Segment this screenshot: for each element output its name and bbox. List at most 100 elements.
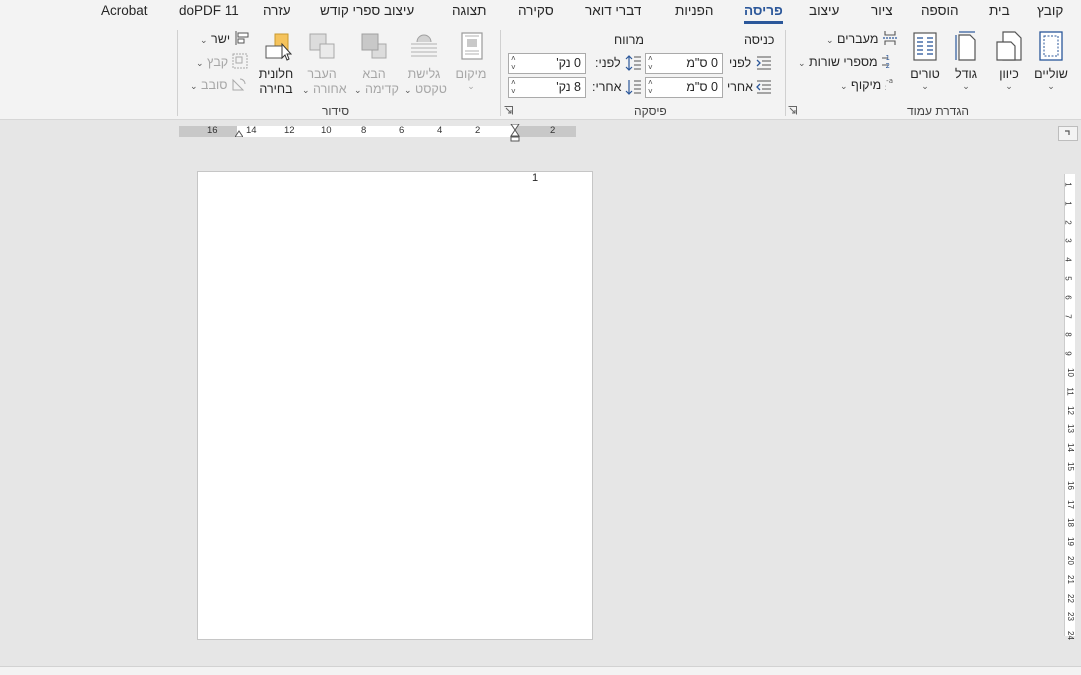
tab-design[interactable]: עיצוב (809, 2, 839, 22)
ruler-text-area (237, 126, 515, 137)
selection-pane-label: חלונית בחירה (258, 67, 294, 96)
tab-acrobat[interactable]: Acrobat (101, 2, 148, 22)
hyphenation-button[interactable]: bc a- מיקוף ⌄ (840, 75, 901, 95)
send-backward-icon (309, 33, 335, 59)
line-numbers-label: מספרי שורות (809, 55, 878, 69)
ribbon-tab-bar: קובץ בית הוספה ציור עיצוב פריסה הפניות ד… (0, 0, 1081, 24)
align-label: ישר (211, 32, 231, 46)
indent-after-input[interactable]: 0 ס"מ ˄ ˅ (645, 77, 723, 98)
bring-forward-icon (361, 33, 387, 59)
tab-insert[interactable]: הוספה (921, 2, 959, 22)
ruler-corner-icon (1065, 130, 1070, 135)
margins-label: שוליים (1034, 67, 1068, 81)
align-button[interactable]: ישר ⌄ (200, 29, 250, 49)
chevron-down-icon: ⌄ (962, 81, 970, 91)
indent-after-label: אחרי (727, 80, 754, 94)
spinner-arrows-icon[interactable]: ˄ ˅ (648, 54, 656, 72)
spacing-after-value: 8 נק' (556, 80, 581, 94)
tab-mailings[interactable]: דברי דואר (585, 2, 641, 22)
tab-references[interactable]: הפניות (675, 2, 713, 22)
ruler-toggle-button[interactable] (1058, 126, 1078, 141)
bring-forward-label: הבא ⌄ קדימה (354, 67, 399, 96)
spacing-after-input[interactable]: 8 נק' ˄ ˅ (508, 77, 586, 98)
ruler-number: 5 (1063, 276, 1073, 281)
group-button[interactable]: קבץ ⌄ (196, 52, 248, 72)
first-line-indent-marker-icon[interactable] (510, 124, 520, 142)
arrange-group-label: סידור (322, 104, 350, 118)
spacing-before-icon (625, 55, 641, 71)
ruler-number: 23 (1065, 612, 1075, 622)
position-icon (461, 32, 483, 60)
ruler-number: 3 (1063, 238, 1073, 244)
page-number: 1 (532, 172, 539, 184)
spinner-arrows-icon[interactable]: ˄ ˅ (511, 78, 519, 96)
tab-draw[interactable]: ציור (871, 2, 893, 22)
selection-pane-button[interactable]: חלונית בחירה (256, 30, 296, 97)
page-setup-dialog-launcher-icon[interactable] (788, 106, 797, 115)
tab-review[interactable]: סקירה (518, 2, 554, 22)
group-label: קבץ (207, 55, 229, 69)
orientation-button[interactable]: כיוון ⌄ (989, 30, 1029, 91)
tab-file[interactable]: קובץ (1037, 2, 1063, 22)
size-button[interactable]: גודל ⌄ (946, 30, 986, 91)
left-indent-marker-icon[interactable] (235, 129, 243, 137)
tab-view[interactable]: תצוגה (452, 2, 486, 22)
spinner-arrows-icon[interactable]: ˄ ˅ (511, 54, 519, 72)
ruler-number: 2 (1063, 219, 1073, 225)
tab-help[interactable]: עזרה (263, 2, 291, 22)
spacing-before-input[interactable]: 0 נק' ˄ ˅ (508, 53, 586, 74)
ruler-number: 15 (1065, 462, 1075, 471)
ruler-number: 16 (1065, 480, 1075, 490)
ruler-number: 10 (321, 125, 332, 136)
chevron-down-icon: ⌄ (467, 81, 475, 91)
margins-icon (1039, 31, 1063, 61)
columns-button[interactable]: טורים ⌄ (905, 30, 945, 91)
ruler-number: 9 (1063, 351, 1073, 356)
hyphenation-label: מיקוף (851, 78, 882, 92)
ruler-number: 4 (437, 125, 443, 136)
status-bar (0, 666, 1081, 675)
bring-forward-button[interactable]: הבא ⌄ קדימה (354, 30, 399, 98)
group-separator (785, 30, 786, 116)
ruler-number: 4 (1063, 257, 1073, 262)
position-button[interactable]: מיקום ⌄ (451, 30, 491, 91)
chevron-down-icon: ⌄ (840, 81, 848, 91)
vertical-ruler[interactable]: 1 1 2 3 4 5 6 7 8 9 10 11 12 13 14 15 16 17 18 19 20 21 22 23 24 (1063, 174, 1075, 640)
ruler-number: 10 (1065, 368, 1075, 377)
send-backward-button[interactable]: העבר ⌄ אחורה (302, 30, 347, 98)
ruler-number: 21 (1065, 574, 1075, 584)
ruler-number: 7 (1063, 313, 1073, 319)
line-numbers-button[interactable]: 1 2 מספרי שורות ⌄ (798, 52, 897, 72)
chevron-down-icon: ⌄ (196, 58, 204, 68)
columns-icon (913, 32, 937, 61)
tab-dopdf[interactable]: doPDF 11 (179, 2, 239, 22)
indent-before-input[interactable]: 0 ס"מ ˄ ˅ (645, 53, 723, 74)
ruler-number: 12 (1065, 405, 1075, 415)
horizontal-ruler[interactable]: 16 14 12 10 8 6 4 2 2 (179, 124, 576, 142)
wrap-text-label: גלישת ⌄ טקסט (404, 67, 447, 96)
ruler-number: 11 (1065, 387, 1075, 396)
tab-layout[interactable]: פריסה (744, 2, 783, 24)
wrap-text-button[interactable]: גלישת ⌄ טקסט (404, 30, 447, 98)
chevron-down-icon: ⌄ (1047, 81, 1055, 91)
document-page[interactable]: 1 (197, 171, 593, 640)
page-setup-group-label: הגדרת עמוד (907, 104, 970, 118)
indent-header: כניסה (744, 33, 775, 47)
breaks-button[interactable]: מעברים ⌄ (826, 29, 898, 49)
ruler-number: 8 (1063, 332, 1073, 338)
rotate-button[interactable]: סובב ⌄ (190, 75, 247, 95)
tab-home[interactable]: בית (989, 2, 1010, 22)
ruler-number: 2 (475, 125, 481, 136)
ruler-number: 6 (399, 125, 405, 136)
chevron-down-icon: ⌄ (190, 81, 198, 91)
spinner-arrows-icon[interactable]: ˄ ˅ (648, 78, 656, 96)
chevron-down-icon: ⌄ (1005, 81, 1013, 91)
margins-button[interactable]: שוליים ⌄ (1031, 30, 1071, 91)
group-separator (500, 30, 501, 116)
chevron-down-icon: ⌄ (200, 35, 208, 45)
paragraph-dialog-launcher-icon[interactable] (504, 106, 513, 115)
selection-pane-icon (265, 33, 293, 61)
ruler-number: 20 (1065, 556, 1075, 565)
tab-holy-books-design[interactable]: עיצוב ספרי קודש (320, 2, 414, 22)
spacing-header: מרווח (614, 33, 644, 47)
